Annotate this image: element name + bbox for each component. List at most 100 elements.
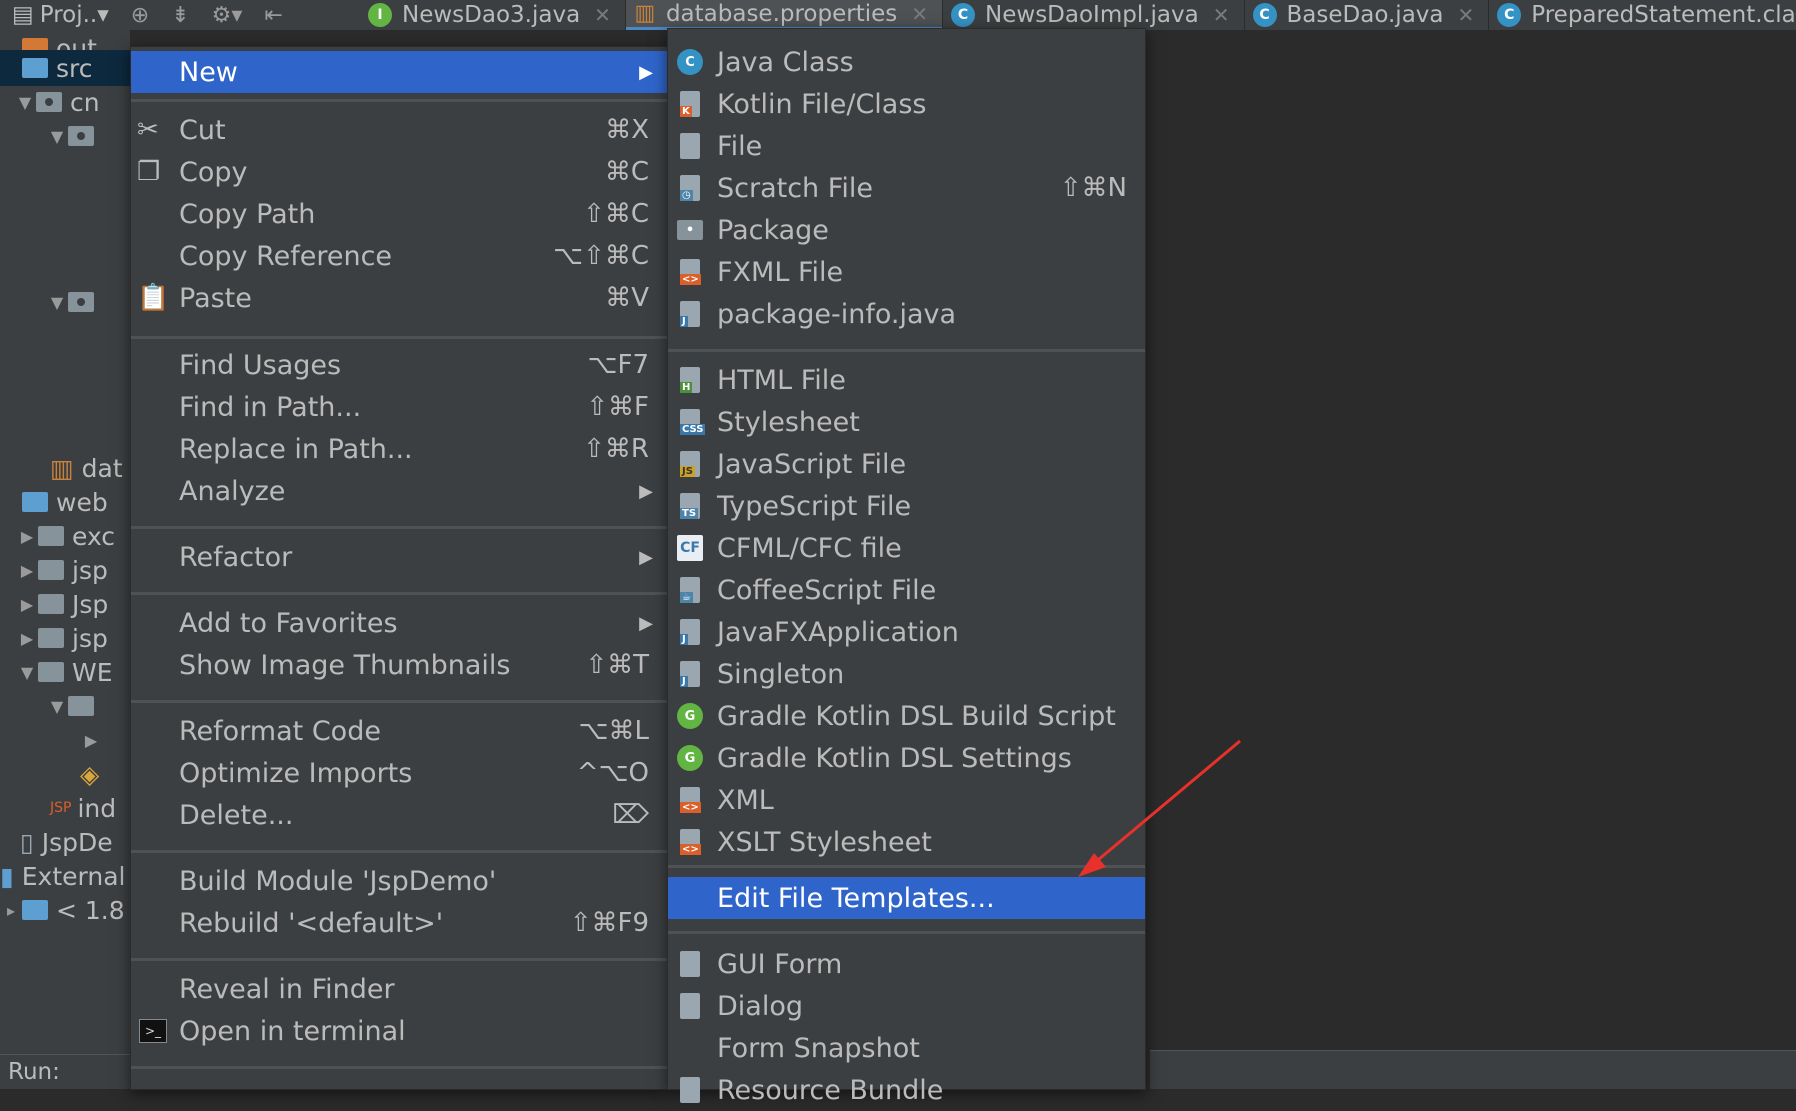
chevron-down-icon[interactable]: ▼ <box>46 293 68 312</box>
tree-item-web-inf[interactable]: ▼ WE <box>0 654 113 690</box>
menu-item-label: FXML File <box>717 256 844 288</box>
tree-item-src[interactable]: src <box>0 50 130 86</box>
menu-item-fxml-file[interactable]: <> FXML File <box>668 251 1145 293</box>
menu-item-package[interactable]: • Package <box>668 209 1145 251</box>
menu-item-coffeescript-file[interactable]: ☕ CoffeeScript File <box>668 569 1145 611</box>
tree-item-jar[interactable]: ▶ <box>0 722 102 758</box>
menu-item-file[interactable]: File <box>668 125 1145 167</box>
tab-database-properties[interactable]: ▥ database.properties ✕ <box>625 0 944 30</box>
tree-item-jdk[interactable]: ▸ < 1.8 : <box>0 892 130 928</box>
menu-item-dialog[interactable]: Dialog <box>668 985 1145 1027</box>
editor-area[interactable] <box>1150 30 1796 1054</box>
menu-item-html-file[interactable]: H HTML File <box>668 359 1145 401</box>
menu-item-gradle-build-script[interactable]: G Gradle Kotlin DSL Build Script <box>668 695 1145 737</box>
menu-item-analyze[interactable]: Analyze ▶ <box>131 470 667 512</box>
menu-item-resource-bundle[interactable]: Resource Bundle <box>668 1069 1145 1111</box>
menu-item-find-in-path[interactable]: Find in Path... ⇧⌘F <box>131 386 667 428</box>
tree-item-jsp[interactable]: ▶ jsp <box>0 552 108 588</box>
run-label: Run: <box>8 1059 60 1085</box>
chevron-down-icon[interactable]: ▼ <box>16 663 38 682</box>
tree-item-jsp2[interactable]: ▶ Jsp <box>0 586 108 622</box>
menu-item-xml[interactable]: <> XML <box>668 779 1145 821</box>
menu-item-xslt-stylesheet[interactable]: <> XSLT Stylesheet <box>668 821 1145 863</box>
menu-item-scratch-file[interactable]: ◷ Scratch File ⇧⌘N <box>668 167 1145 209</box>
chevron-down-icon[interactable]: ▼ <box>46 697 68 716</box>
menu-item-optimize-imports[interactable]: Optimize Imports ^⌥O <box>131 752 667 794</box>
menu-item-kotlin-file[interactable]: K Kotlin File/Class <box>668 83 1145 125</box>
tree-item-external-libraries[interactable]: ▮ External <box>0 858 126 894</box>
menu-item-paste[interactable]: 📋 Paste ⌘V <box>131 277 667 319</box>
chevron-right-icon[interactable]: ▶ <box>80 731 102 750</box>
tab-basedao[interactable]: C BaseDao.java ✕ <box>1245 0 1490 30</box>
menu-item-show-image-thumbnails[interactable]: Show Image Thumbnails ⇧⌘T <box>131 644 667 686</box>
tree-label: src <box>56 53 93 83</box>
menu-item-refactor[interactable]: Refactor ▶ <box>131 536 667 578</box>
menu-item-open-in-terminal[interactable]: >_ Open in terminal <box>131 1010 667 1052</box>
project-view-header[interactable]: ▤ Proj..▾ ⊕ ⇟ ⚙▾ ⇤ <box>0 0 360 30</box>
tree-item-jsp3[interactable]: ▶ jsp <box>0 620 108 656</box>
menu-item-gui-form[interactable]: GUI Form <box>668 943 1145 985</box>
close-icon[interactable]: ✕ <box>1458 3 1475 27</box>
new-submenu: C Java Class K Kotlin File/Class File ◷ … <box>667 28 1146 1106</box>
package-info-icon: J <box>680 301 700 327</box>
tree-item-web[interactable]: web <box>0 484 108 520</box>
menu-item-build-module[interactable]: Build Module 'JspDemo' <box>131 860 667 902</box>
menu-item-new[interactable]: New ▶ <box>131 51 667 93</box>
locate-icon[interactable]: ⊕ <box>131 3 149 28</box>
chevron-right-icon[interactable]: ▶ <box>16 595 38 614</box>
menu-item-package-info[interactable]: J package-info.java <box>668 293 1145 335</box>
tab-preparedstatement[interactable]: C PreparedStatement.class <box>1489 0 1796 30</box>
kotlin-file-icon: K <box>680 91 700 117</box>
menu-item-delete[interactable]: Delete... ⌦ <box>131 794 667 836</box>
menu-item-label: Form Snapshot <box>717 1032 920 1064</box>
menu-item-edit-file-templates[interactable]: Edit File Templates... <box>668 877 1145 919</box>
menu-item-copy[interactable]: ❐ Copy ⌘C <box>131 151 667 193</box>
menu-item-find-usages[interactable]: Find Usages ⌥F7 <box>131 344 667 386</box>
tree-item-webxml[interactable]: ◈ <box>0 756 99 792</box>
menu-item-replace-in-path[interactable]: Replace in Path... ⇧⌘R <box>131 428 667 470</box>
menu-item-cut[interactable]: ✂ Cut ⌘X <box>131 109 667 151</box>
chevron-down-icon[interactable]: ▼ <box>46 127 68 146</box>
chevron-right-icon[interactable]: ▶ <box>16 561 38 580</box>
project-view-selector[interactable]: Proj..▾ <box>40 2 109 28</box>
close-icon[interactable]: ✕ <box>594 3 611 27</box>
chevron-right-icon[interactable]: ▶ <box>16 527 38 546</box>
gear-icon[interactable]: ⚙▾ <box>212 3 243 28</box>
collapse-icon[interactable]: ⇟ <box>171 3 189 28</box>
menu-item-java-class[interactable]: C Java Class <box>668 41 1145 83</box>
chevron-down-icon[interactable]: ▼ <box>14 93 36 112</box>
menu-item-reveal-in-finder[interactable]: Reveal in Finder <box>131 968 667 1010</box>
menu-item-typescript-file[interactable]: TS TypeScript File <box>668 485 1145 527</box>
tab-newsdaoimpl[interactable]: C NewsDaoImpl.java ✕ <box>943 0 1245 30</box>
tree-item-exc[interactable]: ▶ exc <box>0 518 115 554</box>
tree-item-package[interactable]: ▼ <box>0 118 102 154</box>
tree-item-database-properties[interactable]: ▥ dat <box>0 450 123 486</box>
tab-newsdao3[interactable]: I NewsDao3.java ✕ <box>360 0 626 30</box>
close-icon[interactable]: ✕ <box>1213 3 1230 27</box>
tree-item-lib[interactable]: ▼ <box>0 688 102 724</box>
menu-item-singleton[interactable]: J Singleton <box>668 653 1145 695</box>
menu-item-javascript-file[interactable]: JS JavaScript File <box>668 443 1145 485</box>
menu-item-label: XSLT Stylesheet <box>717 826 932 858</box>
menu-item-copy-reference[interactable]: Copy Reference ⌥⇧⌘C <box>131 235 667 277</box>
menu-item-copy-path[interactable]: Copy Path ⇧⌘C <box>131 193 667 235</box>
tree-item-index-jsp[interactable]: JSP ind <box>0 790 116 826</box>
menu-item-reformat-code[interactable]: Reformat Code ⌥⌘L <box>131 710 667 752</box>
menu-item-cfml-file[interactable]: CF CFML/CFC file <box>668 527 1145 569</box>
menu-item-add-to-favorites[interactable]: Add to Favorites ▶ <box>131 602 667 644</box>
tree-item-cn[interactable]: ▼ cn <box>0 84 100 120</box>
scratch-file-icon: ◷ <box>680 175 700 201</box>
menu-item-form-snapshot[interactable]: Form Snapshot <box>668 1027 1145 1069</box>
menu-item-stylesheet[interactable]: CSS Stylesheet <box>668 401 1145 443</box>
menu-item-gradle-settings[interactable]: G Gradle Kotlin DSL Settings <box>668 737 1145 779</box>
menu-item-rebuild[interactable]: Rebuild '<default>' ⇧⌘F9 <box>131 902 667 944</box>
close-icon[interactable]: ✕ <box>911 2 928 26</box>
chevron-right-icon[interactable]: ▶ <box>16 629 38 648</box>
run-tool-window-bar[interactable]: Run: <box>0 1054 130 1089</box>
tree-item-package[interactable]: ▼ <box>0 284 102 320</box>
hide-panel-icon[interactable]: ⇤ <box>264 3 282 28</box>
chevron-right-icon[interactable]: ▸ <box>0 901 22 920</box>
javascript-file-icon: JS <box>680 451 700 477</box>
tree-item-jspdemo-iml[interactable]: ▯ JspDe <box>0 824 113 860</box>
menu-item-javafx-application[interactable]: J JavaFXApplication <box>668 611 1145 653</box>
